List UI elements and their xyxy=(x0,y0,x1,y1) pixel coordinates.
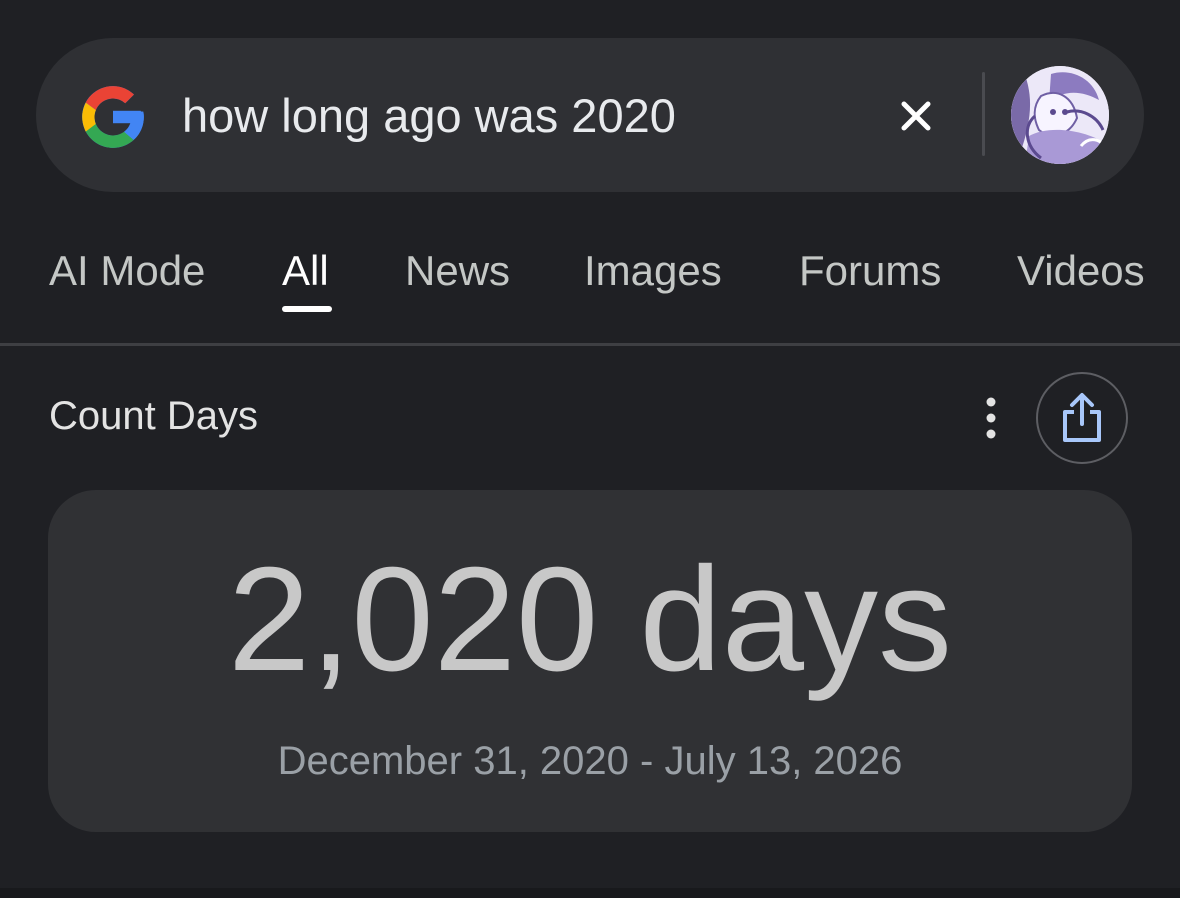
search-query[interactable]: how long ago was 2020 xyxy=(182,88,676,144)
more-vert-icon xyxy=(986,397,996,439)
tabs-divider xyxy=(0,343,1180,346)
close-icon xyxy=(901,101,931,131)
bottom-edge xyxy=(0,888,1180,898)
more-options-button[interactable] xyxy=(970,392,1012,444)
tab-news[interactable]: News xyxy=(405,246,510,296)
tab-images[interactable]: Images xyxy=(584,246,722,296)
section-title: Count Days xyxy=(49,394,258,438)
google-g-icon xyxy=(82,86,144,148)
tab-ai-mode[interactable]: AI Mode xyxy=(49,246,205,296)
active-tab-indicator xyxy=(282,306,332,312)
tab-videos[interactable]: Videos xyxy=(1017,246,1145,296)
profile-avatar[interactable] xyxy=(1011,66,1109,164)
search-bar-divider xyxy=(982,72,985,156)
days-result: 2,020 days xyxy=(227,537,953,702)
clear-search-button[interactable] xyxy=(890,90,942,142)
tab-all[interactable]: All xyxy=(282,246,329,296)
avatar-image xyxy=(1011,66,1109,164)
share-icon xyxy=(1063,393,1101,442)
tab-forums[interactable]: Forums xyxy=(799,246,941,296)
date-range: December 31, 2020 - July 13, 2026 xyxy=(277,739,903,783)
page: how long ago was 2020 AI Mode All News I… xyxy=(0,0,1180,898)
share-button[interactable] xyxy=(1036,372,1128,464)
search-tabs: AI Mode All News Images Forums Videos xyxy=(0,236,1180,344)
count-days-card: 2,020 days December 31, 2020 - July 13, … xyxy=(48,490,1132,832)
